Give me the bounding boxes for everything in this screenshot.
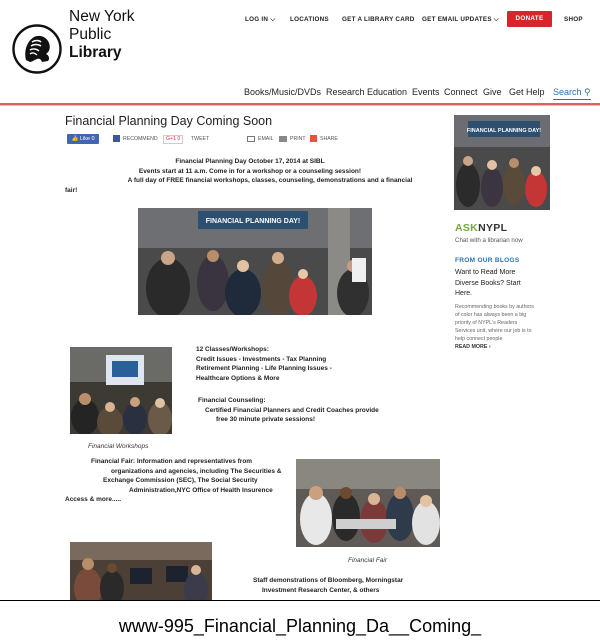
fair-caption: Financial Fair — [348, 557, 388, 564]
classes-line-1: Credit Issues - Investments - Tax Planni… — [196, 355, 327, 363]
library-card-link[interactable]: GET A LIBRARY CARD — [342, 14, 415, 26]
chat-librarian-link[interactable]: Chat with a librarian now — [455, 237, 523, 244]
google-plus-button[interactable]: G+1 0 — [163, 135, 184, 144]
nav-events[interactable]: Events — [412, 86, 440, 98]
staff-block: Staff demonstrations of Bloomberg, Morni… — [253, 576, 403, 595]
fair-line-1: Financial Fair: Information and represen… — [91, 458, 253, 465]
hero-banner-text: FINANCIAL PLANNING DAY! — [206, 218, 301, 225]
blog-post-title[interactable]: Want to Read More Diverse Books? Start H… — [455, 268, 535, 300]
main-nav: Books/Music/DVDs Research Education Even… — [0, 86, 600, 100]
screenshot-filename: www-995_Financial_Planning_Da__Coming_ — [118, 616, 482, 636]
intro-line-1: Financial Planning Day October 17, 2014 … — [175, 158, 325, 165]
staff-line-1: Staff demonstrations of Bloomberg, Morni… — [253, 577, 404, 584]
printer-icon — [279, 135, 287, 142]
nypl-lion-logo-icon[interactable] — [12, 24, 62, 74]
envelope-icon — [247, 135, 255, 142]
email-button[interactable]: EMAIL — [247, 135, 274, 143]
nav-connect[interactable]: Connect — [444, 86, 478, 98]
workshops-photo — [70, 347, 172, 434]
article-title: Financial Planning Day Coming Soon — [65, 114, 273, 128]
classes-line-2: Retirement Planning - Life Planning Issu… — [196, 365, 332, 373]
counseling-line-2: free 30 minute private sessions! — [216, 416, 315, 424]
intro-line-4: fair! — [65, 186, 78, 194]
recommend-label: RECOMMEND — [123, 136, 158, 142]
locations-link[interactable]: LOCATIONS — [290, 14, 329, 26]
nav-give[interactable]: Give — [483, 86, 502, 98]
fair-line-3: Exchange Commission (SEC), The Social Se… — [103, 477, 258, 485]
classes-line-3: Healthcare Options & More — [196, 374, 280, 382]
counseling-block: Financial Counseling: Certified Financia… — [198, 396, 379, 425]
counseling-heading: Financial Counseling: — [198, 397, 266, 404]
nav-get-help[interactable]: Get Help — [509, 86, 545, 98]
blog-excerpt-text: Recommending books by authors of color h… — [455, 304, 534, 343]
fair-line-2: organizations and agencies, including Th… — [111, 467, 282, 475]
plus-icon — [310, 135, 317, 143]
recommend-button[interactable]: RECOMMEND — [113, 135, 158, 143]
email-updates-link[interactable]: GET EMAIL UPDATES ⌵ — [422, 14, 499, 26]
sidebar-promo-photo[interactable]: FINANCIAL PLANNING DAY! — [454, 115, 550, 210]
facebook-icon — [113, 135, 120, 143]
nypl-part: NYPL — [478, 222, 508, 234]
tweet-button[interactable]: TWEET — [191, 135, 209, 143]
logo-line-3: Library — [69, 44, 122, 61]
facebook-like-button[interactable]: 👍 Like 0 — [67, 134, 99, 144]
nav-search[interactable]: Search ⚲ — [553, 86, 591, 100]
read-more-link[interactable]: READ MORE › — [455, 344, 491, 350]
intro-line-2: Events start at 11 a.m. Come in for a wo… — [138, 167, 362, 175]
share-toolbar: 👍 Like 0 RECOMMEND G+1 0 TWEET EMAIL PRI… — [67, 133, 427, 147]
donate-button[interactable]: DONATE — [507, 11, 552, 27]
fair-line-5: Access & more..... — [65, 496, 121, 504]
web-page: New York Public Library LOG IN ⌵ LOCATIO… — [0, 0, 600, 600]
hero-event-photo: FINANCIAL PLANNING DAY! — [138, 208, 372, 315]
nav-books-music-dvds[interactable]: Books/Music/DVDs — [244, 86, 321, 98]
sidebar-promo-banner-text: FINANCIAL PLANNING DAY! — [467, 128, 541, 134]
shop-link[interactable]: SHOP — [564, 14, 583, 26]
blogs-heading: FROM OUR BLOGS — [455, 257, 520, 264]
article-intro: Financial Planning Day October 17, 2014 … — [65, 157, 435, 195]
ask-nypl-logo[interactable]: ASKNYPL — [455, 222, 507, 234]
counseling-line-1: Certified Financial Planners and Credit … — [205, 406, 379, 414]
nav-education[interactable]: Education — [367, 86, 407, 98]
caption-divider — [0, 600, 600, 601]
blog-post-excerpt: Recommending books by authors of color h… — [455, 303, 537, 352]
intro-line-3: A full day of FREE financial workshops, … — [127, 177, 413, 185]
share-button[interactable]: SHARE — [310, 135, 338, 143]
print-label: PRINT — [290, 136, 306, 142]
staff-line-2: Investment Research Center, & others — [262, 586, 380, 594]
login-link[interactable]: LOG IN ⌵ — [245, 14, 275, 26]
print-button[interactable]: PRINT — [279, 135, 306, 143]
financial-fair-photo — [296, 459, 440, 547]
share-label: SHARE — [320, 136, 338, 142]
classes-heading: 12 Classes/Workshops: — [196, 346, 269, 353]
header-divider-shadow — [0, 105, 600, 106]
nav-research[interactable]: Research — [326, 86, 365, 98]
bloomberg-demo-photo — [70, 542, 212, 600]
workshops-caption: Financial Workshops — [88, 443, 149, 450]
fair-block: Financial Fair: Information and represen… — [65, 457, 281, 505]
email-label: EMAIL — [258, 136, 274, 142]
ask-part: ASK — [455, 222, 479, 234]
classes-block: 12 Classes/Workshops: Credit Issues - In… — [196, 345, 332, 383]
fair-line-4: Administration,NYC Office of Health Insu… — [129, 486, 273, 494]
